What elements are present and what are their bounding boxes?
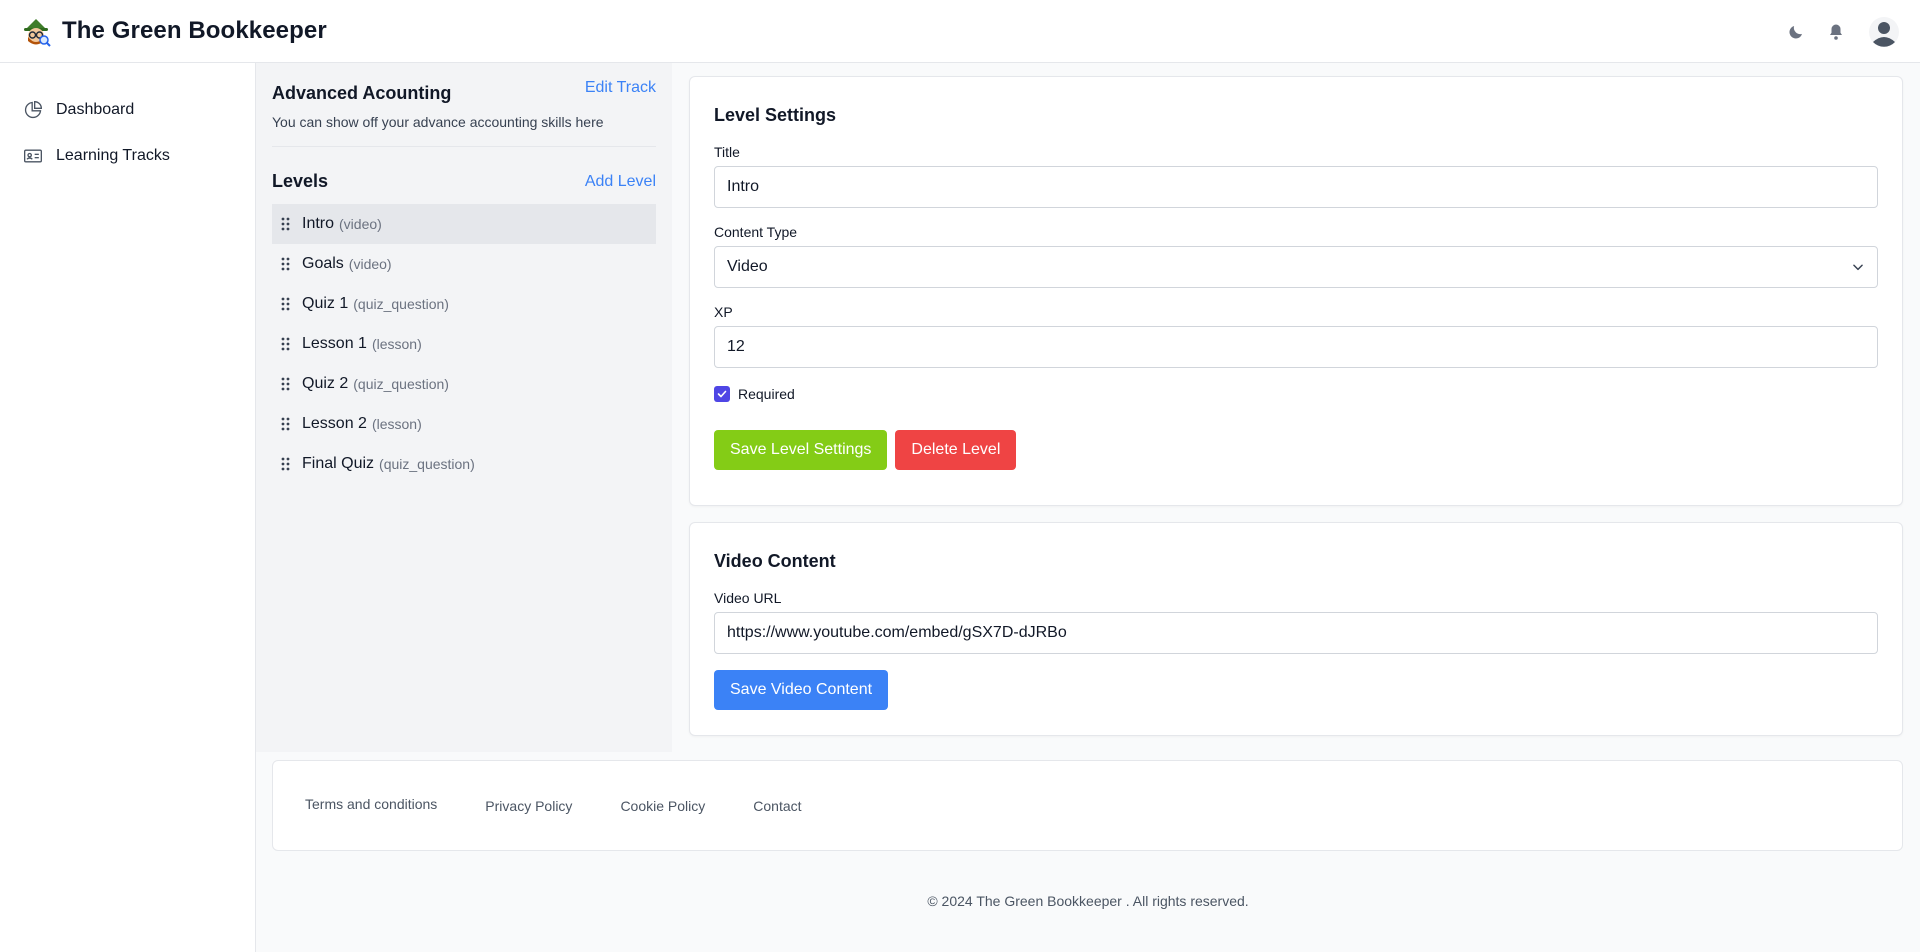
content-type-value: Video bbox=[727, 258, 768, 275]
track-description: You can show off your advance accounting… bbox=[272, 114, 656, 147]
copyright: © 2024 The Green Bookkeeper . All rights… bbox=[927, 893, 1249, 909]
video-content-title: Video Content bbox=[714, 551, 836, 571]
brand-title: The Green Bookkeeper bbox=[62, 17, 327, 44]
sidebar-item-learning-tracks[interactable]: Learning Tracks bbox=[0, 135, 255, 177]
level-item[interactable]: Quiz 2 (quiz_question) bbox=[272, 364, 656, 404]
footer-link-privacy[interactable]: Privacy Policy bbox=[485, 798, 572, 814]
level-actions: Save Level Settings Delete Level bbox=[714, 430, 1878, 470]
video-url-input[interactable]: https://www.youtube.com/embed/gSX7D-dJRB… bbox=[714, 612, 1878, 654]
drag-handle-icon[interactable] bbox=[280, 416, 292, 432]
level-item[interactable]: Quiz 1 (quiz_question) bbox=[272, 284, 656, 324]
level-item[interactable]: Final Quiz (quiz_question) bbox=[272, 444, 656, 484]
track-panel: Advanced Acounting Edit Track You can sh… bbox=[256, 63, 672, 752]
video-url-value: https://www.youtube.com/embed/gSX7D-dJRB… bbox=[727, 624, 1067, 641]
levels-title: Levels bbox=[272, 171, 329, 191]
chevron-down-icon bbox=[1853, 264, 1863, 271]
level-name: Goals bbox=[302, 255, 344, 272]
level-type: (quiz_question) bbox=[353, 296, 449, 312]
track-title: Advanced Acounting bbox=[272, 83, 452, 103]
required-label: Required bbox=[738, 386, 795, 402]
bell-icon[interactable] bbox=[1824, 20, 1848, 44]
title-input-value: Intro bbox=[727, 178, 760, 195]
drag-handle-icon[interactable] bbox=[280, 256, 292, 272]
edit-track-link[interactable]: Edit Track bbox=[585, 79, 656, 97]
sidebar-item-label: Dashboard bbox=[56, 101, 135, 118]
video-url-label: Video URL bbox=[714, 590, 782, 606]
drag-handle-icon[interactable] bbox=[280, 216, 292, 232]
drag-handle-icon[interactable] bbox=[280, 456, 292, 472]
title-input[interactable]: Intro bbox=[714, 166, 1878, 208]
level-type: (quiz_question) bbox=[353, 376, 449, 392]
levels-header: Levels Add Level bbox=[272, 171, 656, 192]
footer: Terms and conditions Privacy Policy Cook… bbox=[272, 760, 1903, 851]
top-header: The Green Bookkeeper bbox=[0, 0, 1920, 63]
level-name: Lesson 1 bbox=[302, 335, 367, 352]
video-content-card: Video Content Video URL https://www.yout… bbox=[689, 522, 1903, 736]
add-level-link[interactable]: Add Level bbox=[585, 173, 656, 191]
footer-link-terms[interactable]: Terms and conditions bbox=[305, 796, 437, 812]
drag-handle-icon[interactable] bbox=[280, 296, 292, 312]
xp-input-value: 12 bbox=[727, 338, 745, 355]
level-type: (quiz_question) bbox=[379, 456, 475, 472]
sidebar: Dashboard Learning Tracks bbox=[0, 63, 256, 952]
level-type: (lesson) bbox=[371, 336, 422, 352]
level-item[interactable]: Lesson 2 (lesson) bbox=[272, 404, 656, 444]
sidebar-item-dashboard[interactable]: Dashboard bbox=[0, 89, 255, 131]
logo-icon bbox=[24, 19, 51, 47]
level-settings-title: Level Settings bbox=[714, 105, 837, 125]
content-type-label: Content Type bbox=[714, 224, 798, 240]
footer-link-contact[interactable]: Contact bbox=[753, 798, 801, 814]
level-type: (video) bbox=[339, 216, 382, 232]
track-header: Advanced Acounting Edit Track bbox=[272, 79, 656, 104]
title-label: Title bbox=[714, 144, 740, 160]
pie-chart-icon bbox=[22, 99, 44, 121]
xp-label: XP bbox=[714, 304, 733, 320]
level-type: (video) bbox=[348, 256, 392, 272]
drag-handle-icon[interactable] bbox=[280, 376, 292, 392]
level-type: (lesson) bbox=[371, 416, 422, 432]
delete-level-button[interactable]: Delete Level bbox=[895, 430, 1017, 470]
level-name: Quiz 1 bbox=[302, 295, 349, 312]
footer-link-cookie[interactable]: Cookie Policy bbox=[620, 798, 705, 814]
level-item[interactable]: Lesson 1 (lesson) bbox=[272, 324, 656, 364]
level-list: Intro (video) Goals (video) Quiz 1 (quiz… bbox=[272, 204, 656, 484]
required-checkbox[interactable] bbox=[714, 386, 730, 402]
level-item[interactable]: Goals (video) bbox=[272, 244, 656, 284]
drag-handle-icon[interactable] bbox=[280, 336, 292, 352]
moon-icon[interactable] bbox=[1784, 20, 1808, 44]
sidebar-item-label: Learning Tracks bbox=[56, 147, 170, 164]
level-settings-card: Level Settings Title Intro Content Type … bbox=[689, 76, 1903, 506]
level-item[interactable]: Intro (video) bbox=[272, 204, 656, 244]
required-row: Required bbox=[714, 386, 1878, 402]
level-name: Final Quiz bbox=[302, 455, 375, 472]
brand[interactable]: The Green Bookkeeper bbox=[20, 15, 327, 47]
xp-input[interactable]: 12 bbox=[714, 326, 1878, 368]
content-type-select[interactable]: Video bbox=[714, 246, 1878, 288]
header-actions bbox=[1768, 0, 1900, 63]
level-name: Lesson 2 bbox=[302, 415, 367, 432]
save-level-settings-button[interactable]: Save Level Settings bbox=[714, 430, 888, 470]
level-name: Quiz 2 bbox=[302, 375, 349, 392]
check-icon bbox=[717, 390, 727, 398]
save-video-content-button[interactable]: Save Video Content bbox=[714, 670, 889, 710]
user-avatar-icon[interactable] bbox=[1868, 16, 1900, 48]
level-name: Intro bbox=[302, 215, 335, 232]
id-card-icon bbox=[22, 145, 44, 167]
